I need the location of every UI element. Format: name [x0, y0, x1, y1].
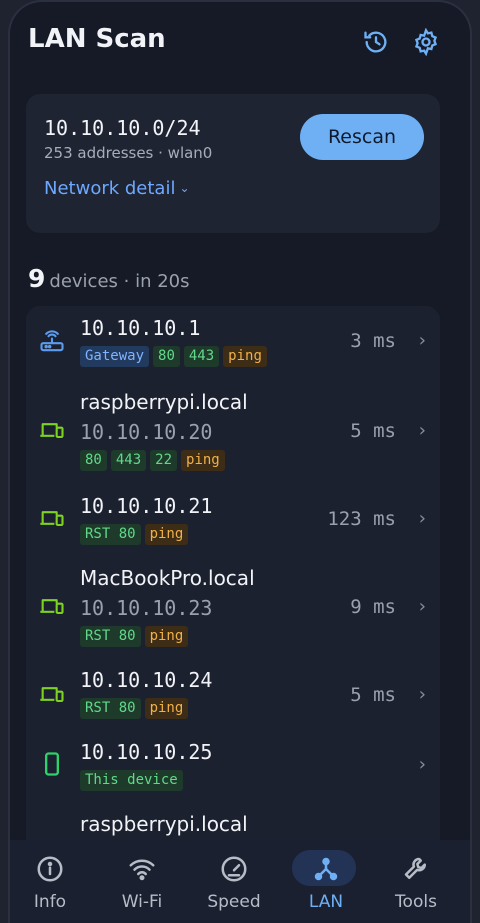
subnet-label: 10.10.10.0/24	[44, 116, 201, 140]
device-host: MacBookPro.local	[80, 566, 255, 590]
device-latency: 5 ms	[350, 420, 396, 442]
device-tags: Gateway 80 443 ping	[80, 346, 267, 367]
chevron-right-icon: ›	[418, 684, 426, 705]
device-ip: 10.10.10.20	[80, 420, 213, 444]
device-latency: 123 ms	[327, 508, 396, 530]
computer-icon	[40, 599, 64, 615]
device-host: raspberrypi.local	[80, 390, 248, 414]
device-latency: 3 ms	[350, 330, 396, 352]
device-tags: RST 80 ping	[80, 698, 189, 719]
list-item[interactable]: 10.10.10.25 This device ›	[26, 730, 440, 806]
network-card: 10.10.10.0/24 253 addresses · wlan0 Netw…	[26, 94, 440, 233]
chevron-right-icon: ›	[418, 596, 426, 617]
device-latency: 9 ms	[350, 596, 396, 618]
ping-badge: ping	[181, 450, 225, 471]
device-latency: 5 ms	[350, 684, 396, 706]
list-item[interactable]: MacBookPro.local 10.10.10.23 RST 80 ping…	[26, 556, 440, 656]
router-icon	[40, 330, 64, 352]
device-ip: 10.10.10.23	[80, 596, 213, 620]
port-badge: RST 80	[80, 524, 141, 545]
history-icon[interactable]	[362, 28, 390, 56]
gear-icon[interactable]	[412, 28, 440, 56]
chevron-right-icon: ›	[418, 508, 426, 529]
port-badge: RST 80	[80, 626, 141, 647]
ping-badge: ping	[144, 698, 189, 719]
device-host: 10.10.10.21	[80, 494, 213, 518]
phone-frame: LAN Scan 10.10.10.0/24 253 addresses · w…	[8, 0, 472, 923]
nav-wifi[interactable]: Wi-Fi	[96, 840, 188, 923]
wrench-icon	[404, 857, 426, 879]
wifi-icon	[129, 859, 155, 881]
ping-badge: ping	[144, 524, 189, 545]
port-badge: 443	[110, 450, 147, 471]
port-badge: 80	[153, 346, 180, 367]
summary-text: devices · in 20s	[49, 271, 190, 292]
device-tags: RST 80 ping	[80, 626, 189, 647]
list-item[interactable]: raspberrypi.local 10.10.10.20 80 443 22 …	[26, 382, 440, 480]
nav-speed[interactable]: Speed	[188, 840, 280, 923]
chevron-right-icon: ›	[418, 754, 426, 775]
device-count: 9	[28, 264, 46, 293]
computer-icon	[40, 687, 64, 703]
bottom-nav: Info Wi-Fi Speed LAN Tools	[10, 840, 470, 923]
list-item[interactable]: 10.10.10.21 RST 80 ping 123 ms ›	[26, 480, 440, 556]
device-tags: RST 80 ping	[80, 524, 189, 545]
computer-icon	[40, 423, 64, 439]
port-badge: 443	[183, 346, 220, 367]
nav-label: Wi-Fi	[121, 892, 163, 912]
network-detail-label: Network detail	[44, 178, 176, 199]
nav-label: Info	[33, 892, 67, 912]
phone-icon	[45, 752, 59, 776]
nav-tools[interactable]: Tools	[370, 840, 462, 923]
port-badge: 22	[150, 450, 178, 471]
device-list[interactable]: 10.10.10.1 Gateway 80 443 ping 3 ms › ra…	[26, 306, 440, 866]
device-host: 10.10.10.24	[80, 668, 213, 692]
ping-badge: ping	[223, 346, 267, 367]
gateway-badge: Gateway	[80, 346, 150, 367]
port-badge: RST 80	[80, 698, 141, 719]
speedometer-icon	[221, 856, 247, 882]
nav-info[interactable]: Info	[10, 840, 96, 923]
list-item[interactable]: 10.10.10.1 Gateway 80 443 ping 3 ms ›	[26, 306, 440, 382]
device-tags: This device	[80, 770, 183, 791]
chevron-down-icon: ⌄	[179, 181, 190, 195]
nav-label: Speed	[207, 892, 261, 912]
chevron-right-icon: ›	[418, 420, 426, 441]
network-detail-link[interactable]: Network detail ⌄	[44, 178, 190, 199]
chevron-right-icon: ›	[418, 330, 426, 351]
nav-label: LAN	[308, 892, 344, 912]
info-icon	[37, 856, 63, 882]
device-tags: 80 443 22 ping	[80, 450, 225, 471]
this-device-badge: This device	[80, 770, 183, 791]
device-host: raspberrypi.local	[80, 812, 248, 836]
scan-summary: 9 devices · in 20s	[28, 264, 190, 293]
nav-lan[interactable]: LAN	[280, 840, 372, 923]
app-bar: LAN Scan	[10, 2, 470, 82]
nav-label: Tools	[395, 892, 437, 912]
subnet-meta: 253 addresses · wlan0	[44, 144, 213, 162]
port-badge: 80	[80, 450, 107, 471]
page-title: LAN Scan	[28, 24, 166, 54]
list-item[interactable]: 10.10.10.24 RST 80 ping 5 ms ›	[26, 656, 440, 730]
device-host: 10.10.10.1	[80, 316, 201, 340]
rescan-button[interactable]: Rescan	[300, 114, 424, 160]
lan-icon	[314, 857, 338, 881]
ping-badge: ping	[144, 626, 189, 647]
computer-icon	[40, 511, 64, 527]
device-host: 10.10.10.25	[80, 740, 213, 764]
